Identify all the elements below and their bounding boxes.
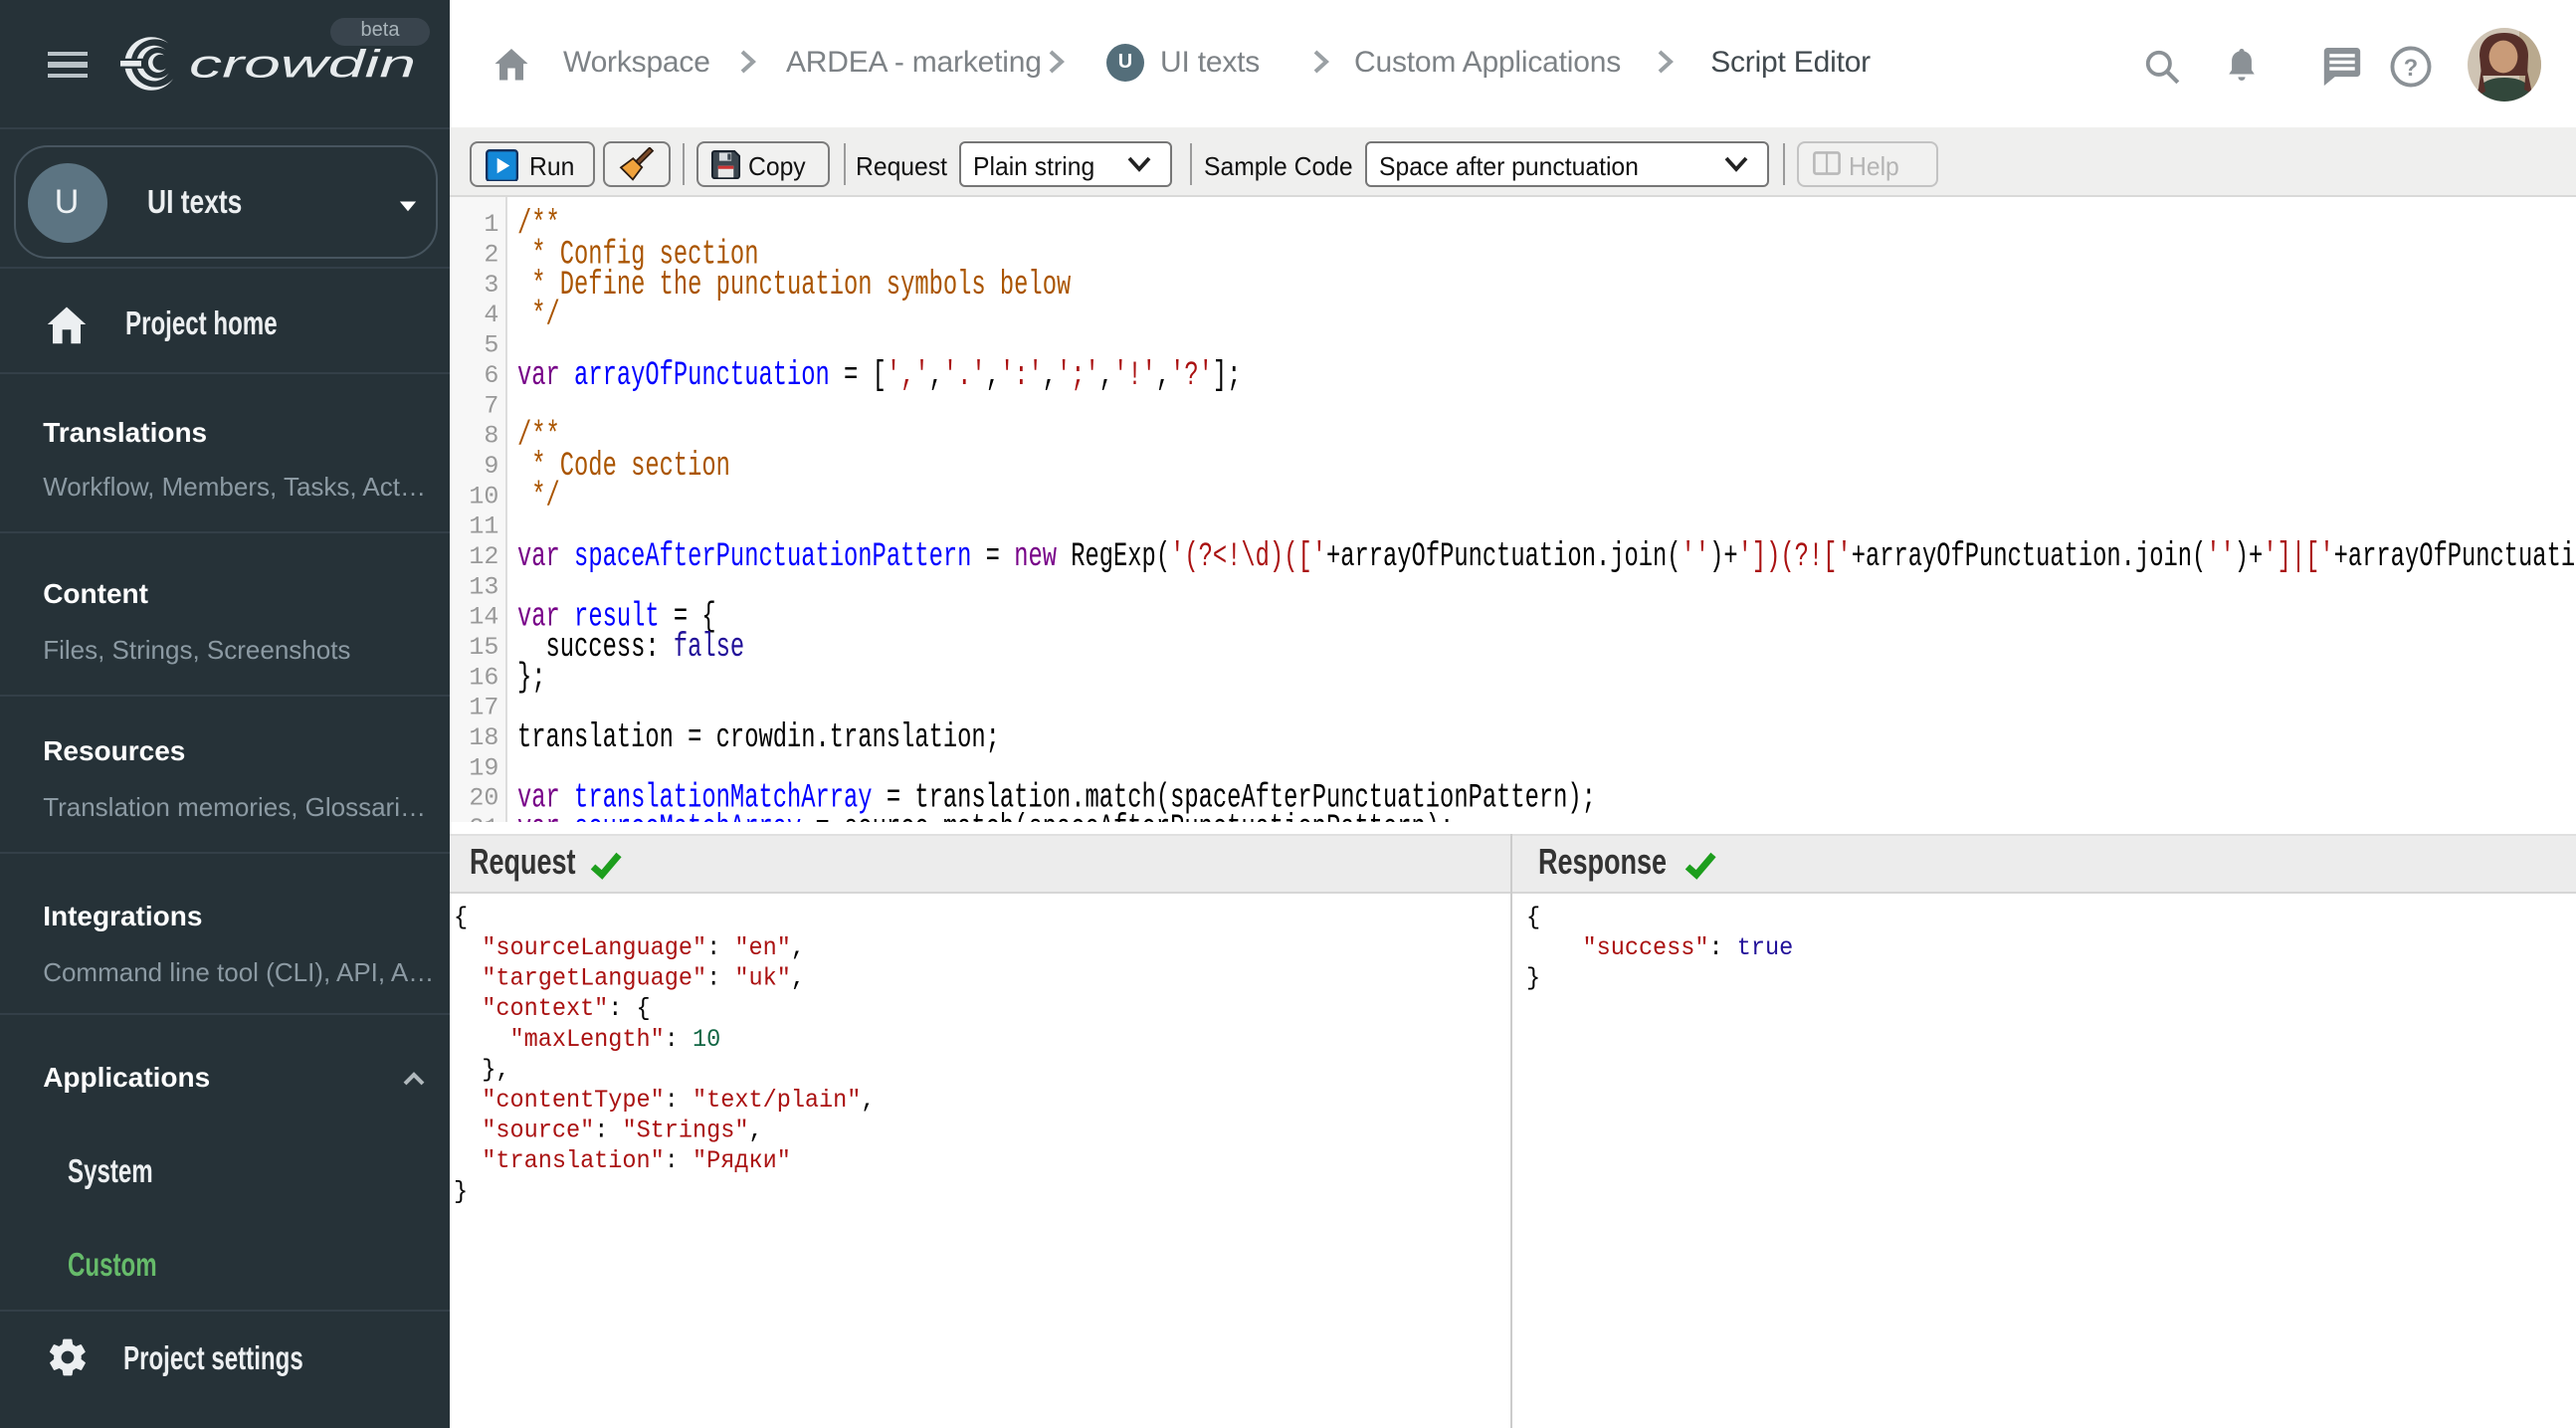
svg-text:?: ? (2404, 55, 2418, 81)
svg-text:crowdin: crowdin (189, 43, 416, 86)
